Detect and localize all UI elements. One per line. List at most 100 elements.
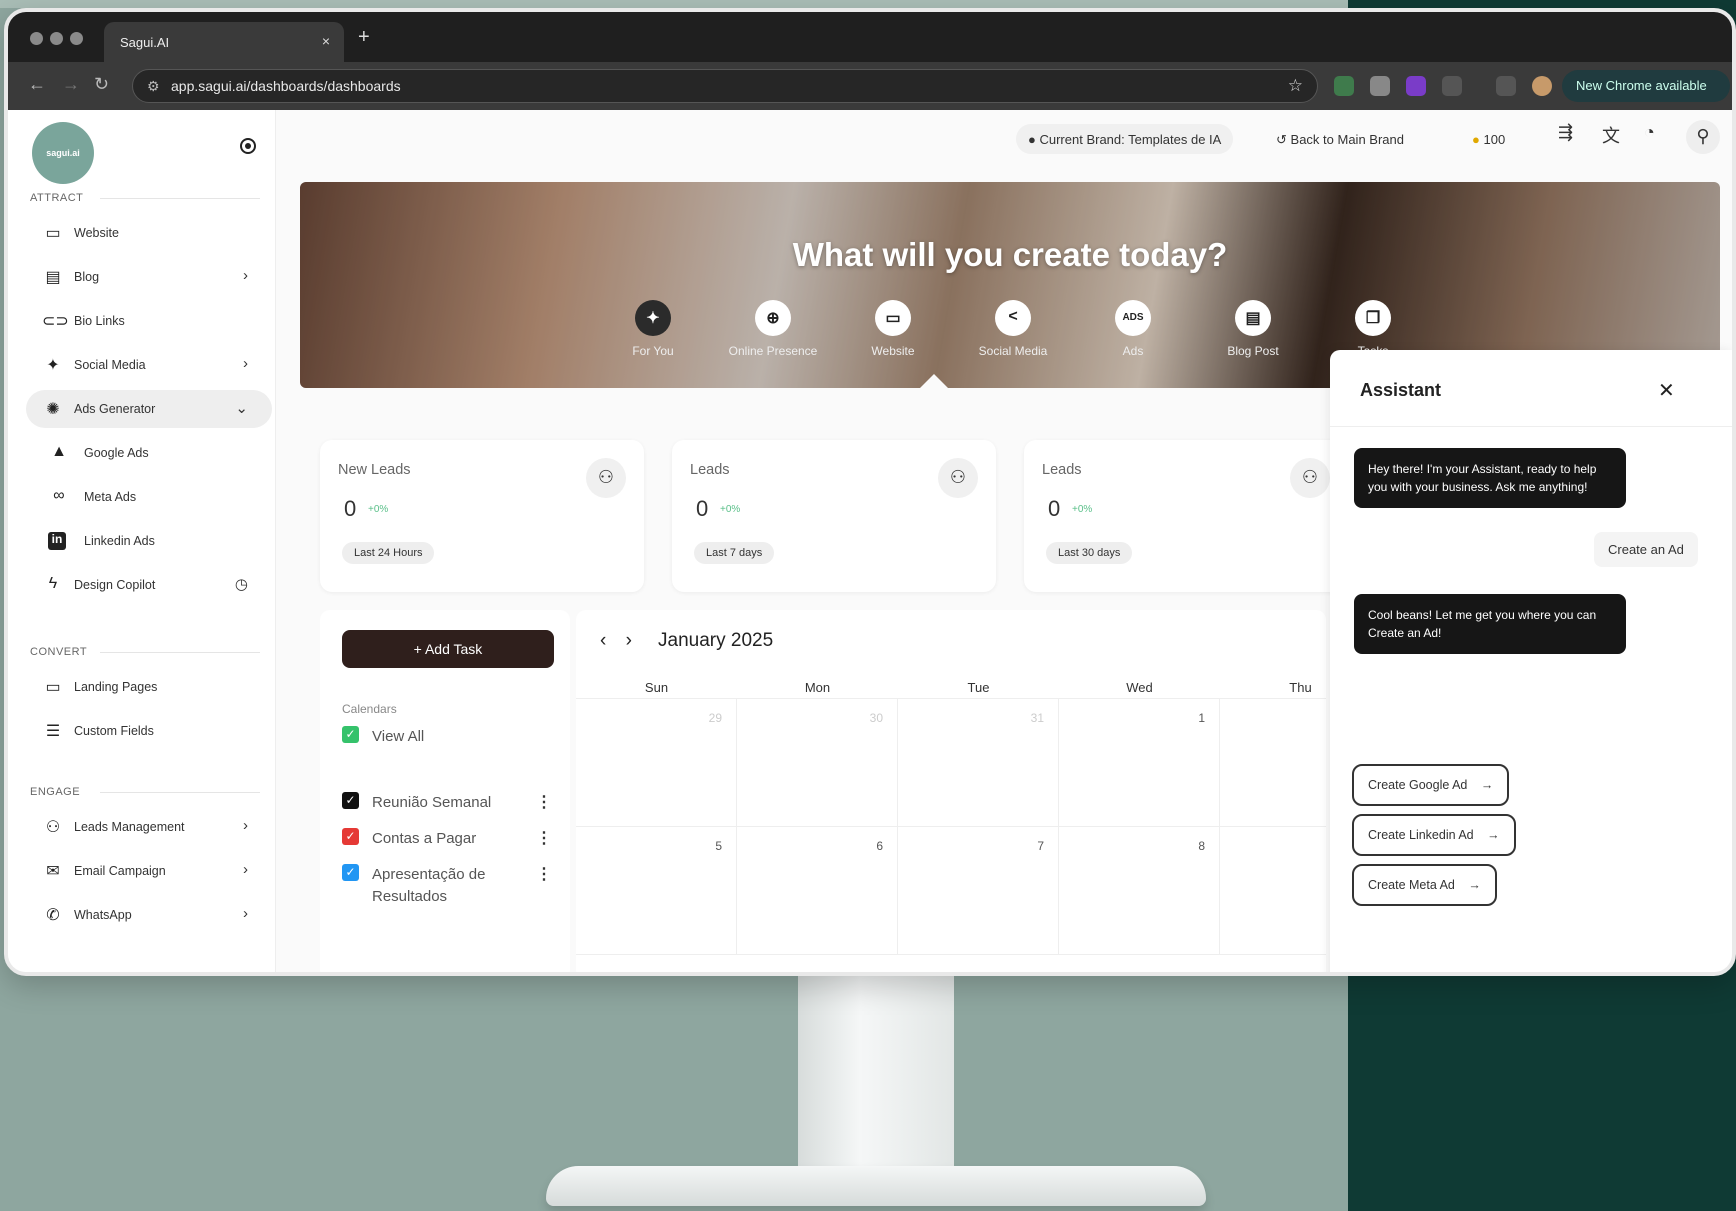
bolt-icon: ϟ: [48, 575, 58, 592]
create-google-ad-button[interactable]: Create Google Ad →: [1352, 764, 1510, 806]
sidebar-toggle-icon[interactable]: [240, 138, 256, 154]
extension-badge-icon[interactable]: [1406, 76, 1426, 96]
window-minimize-dot[interactable]: [50, 32, 63, 45]
calendar-day-cell[interactable]: 7: [898, 827, 1059, 955]
sidebar-item-design-copilot[interactable]: ϟ Design Copilot ◷: [26, 566, 272, 604]
stat-change: +0%: [368, 504, 389, 515]
calendar-day-cell[interactable]: 5: [576, 827, 737, 955]
sidebar-item-whatsapp[interactable]: ✆ WhatsApp ›: [26, 896, 272, 934]
list-icon: ☰: [45, 723, 61, 740]
category-for-you[interactable]: ✦ For You: [598, 300, 708, 358]
sidebar-item-meta-ads[interactable]: ∞ Meta Ads: [26, 478, 272, 516]
checkbox-checked-icon[interactable]: ✓: [342, 792, 359, 809]
calendar-day-cell[interactable]: 30: [737, 699, 898, 827]
current-brand-button[interactable]: ● Current Brand: Templates de IA: [1016, 124, 1234, 154]
more-vertical-icon[interactable]: ⋮: [536, 792, 552, 812]
user-message: Create an Ad: [1594, 532, 1698, 567]
sidebar-item-leads-management[interactable]: ⚇ Leads Management ›: [26, 808, 272, 846]
site-settings-icon[interactable]: ⚙: [147, 78, 160, 95]
extension-icon[interactable]: [1334, 76, 1354, 96]
profile-avatar-icon[interactable]: [1532, 76, 1552, 96]
new-tab-icon[interactable]: +: [358, 26, 370, 49]
notification-bell-icon[interactable]: ◔: [1644, 122, 1655, 143]
stat-value: 0: [1048, 496, 1061, 521]
sidebar-item-website[interactable]: ▭ Website: [26, 214, 272, 252]
sidebar-item-google-ads[interactable]: ▲ Google Ads: [26, 434, 272, 472]
category-blog-post[interactable]: ▤ Blog Post: [1198, 300, 1308, 358]
category-website[interactable]: ▭ Website: [838, 300, 948, 358]
category-label: For You: [632, 344, 674, 358]
history-icon[interactable]: ◷: [235, 575, 248, 593]
user-avatar-icon[interactable]: ⚲: [1686, 120, 1720, 154]
checkbox-checked-icon[interactable]: ✓: [342, 828, 359, 845]
user-circle-icon: ●: [1028, 132, 1036, 147]
calendar-day-cell[interactable]: [1220, 699, 1326, 827]
forward-arrow-icon[interactable]: →: [62, 74, 80, 95]
back-to-main-brand-button[interactable]: ↺ Back to Main Brand: [1264, 124, 1416, 154]
extensions-puzzle-icon[interactable]: [1442, 76, 1462, 96]
stat-card-new-leads: New Leads 0 +0% Last 24 Hours ⚇: [320, 440, 644, 592]
extension-camera-icon[interactable]: [1370, 76, 1390, 96]
reload-icon[interactable]: ↻: [94, 74, 109, 95]
category-social-media[interactable]: < Social Media: [958, 300, 1068, 358]
calendar-day-cell[interactable]: 8: [1059, 827, 1220, 955]
create-linkedin-ad-button[interactable]: Create Linkedin Ad →: [1352, 814, 1516, 856]
tab-close-icon[interactable]: ×: [322, 33, 330, 49]
category-online-presence[interactable]: ⊕ Online Presence: [718, 300, 828, 358]
sidebar-item-ads-generator[interactable]: ✺ Ads Generator ⌄: [26, 390, 272, 428]
calendars-heading: Calendars: [342, 702, 397, 716]
sidebar-item-landing-pages[interactable]: ▭ Landing Pages: [26, 668, 272, 706]
calendar-day-cell[interactable]: 31: [898, 699, 1059, 827]
category-label: Ads: [1122, 344, 1144, 358]
reading-list-icon[interactable]: [1496, 76, 1516, 96]
stat-title: Leads: [690, 462, 730, 478]
sparkles-icon: ✦: [635, 300, 671, 336]
chrome-update-button[interactable]: New Chrome available: [1562, 70, 1730, 102]
sidebar-item-blog[interactable]: ▤ Blog ›: [26, 258, 272, 296]
bookmark-star-icon[interactable]: ☆: [1288, 76, 1303, 96]
add-user-icon[interactable]: ⚇: [586, 458, 626, 498]
create-meta-ad-button[interactable]: Create Meta Ad →: [1352, 864, 1497, 906]
calendar-day-cell[interactable]: 29: [576, 699, 737, 827]
window-close-dot[interactable]: [30, 32, 43, 45]
calendar-day-cell[interactable]: 1: [1059, 699, 1220, 827]
action-label: Create Google Ad: [1368, 778, 1468, 792]
weekday-header: Tue: [967, 680, 990, 695]
browser-tab-bar: Sagui.AI × +: [8, 12, 1732, 62]
weekday-header: Mon: [804, 680, 831, 695]
add-user-icon[interactable]: ⚇: [938, 458, 978, 498]
background-top: [0, 0, 1348, 8]
add-user-icon[interactable]: ⚇: [1290, 458, 1330, 498]
sidebar-item-email-campaign[interactable]: ✉ Email Campaign ›: [26, 852, 272, 890]
checkbox-checked-icon[interactable]: ✓: [342, 726, 359, 743]
address-bar[interactable]: ⚙ app.sagui.ai/dashboards/dashboards ☆: [132, 69, 1318, 103]
add-task-button[interactable]: + Add Task: [342, 630, 554, 668]
collapse-menu-icon[interactable]: ⇶: [1558, 122, 1573, 143]
browser-tab[interactable]: Sagui.AI ×: [104, 22, 344, 62]
sidebar-item-linkedin-ads[interactable]: in Linkedin Ads: [26, 522, 272, 560]
more-vertical-icon[interactable]: ⋮: [536, 864, 552, 884]
sidebar-item-label: Design Copilot: [74, 578, 156, 592]
checkbox-checked-icon[interactable]: ✓: [342, 864, 359, 881]
sidebar-item-label: Meta Ads: [84, 490, 137, 504]
calendar-day-cell[interactable]: 6: [737, 827, 898, 955]
mail-icon: ✉: [46, 863, 60, 880]
section-convert: CONVERT: [30, 646, 261, 658]
divider: [1330, 426, 1732, 427]
chevron-right-icon[interactable]: ›: [626, 630, 632, 651]
back-arrow-icon[interactable]: ←: [28, 74, 46, 95]
brand-logo[interactable]: sagui.ai: [32, 122, 94, 184]
chevron-left-icon[interactable]: ‹: [600, 630, 606, 651]
calendar-filter-label: Contas a Pagar: [372, 830, 477, 847]
category-ads[interactable]: ADS Ads: [1078, 300, 1188, 358]
sidebar-item-social-media[interactable]: ✦ Social Media ›: [26, 346, 272, 384]
close-icon[interactable]: ✕: [1658, 378, 1675, 403]
more-vertical-icon[interactable]: ⋮: [536, 828, 552, 848]
translate-icon[interactable]: 文: [1602, 122, 1620, 148]
calendar-day-cell[interactable]: [1220, 827, 1326, 955]
category-label: Online Presence: [728, 344, 818, 358]
sidebar-item-bio-links[interactable]: ⊂⊃ Bio Links: [26, 302, 272, 340]
sidebar-item-custom-fields[interactable]: ☰ Custom Fields: [26, 712, 272, 750]
credits-badge[interactable]: ● 100: [1460, 124, 1517, 154]
window-maximize-dot[interactable]: [70, 32, 83, 45]
